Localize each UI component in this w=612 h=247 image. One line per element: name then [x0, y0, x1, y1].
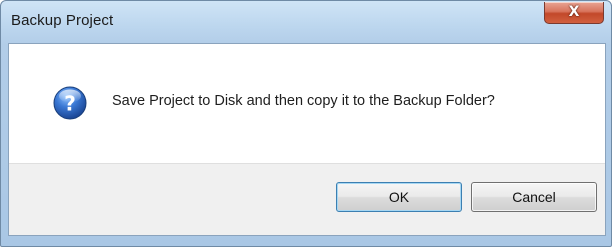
dialog-client-area: ? Save Project to Disk and then copy it … [8, 43, 606, 236]
close-button[interactable]: X [544, 2, 604, 24]
message-text: Save Project to Disk and then copy it to… [112, 93, 495, 109]
ok-button[interactable]: OK [336, 182, 462, 212]
svg-text:?: ? [64, 92, 76, 116]
title-bar[interactable]: Backup Project X [1, 1, 611, 43]
window-title: Backup Project [11, 12, 114, 29]
dialog-window: Backup Project X ? Save Project to Disk … [0, 0, 612, 247]
question-icon: ? [53, 86, 87, 120]
cancel-button[interactable]: Cancel [471, 182, 597, 212]
button-bar: OK Cancel [9, 163, 605, 235]
close-icon: X [568, 4, 580, 20]
message-area: ? Save Project to Disk and then copy it … [9, 44, 605, 163]
